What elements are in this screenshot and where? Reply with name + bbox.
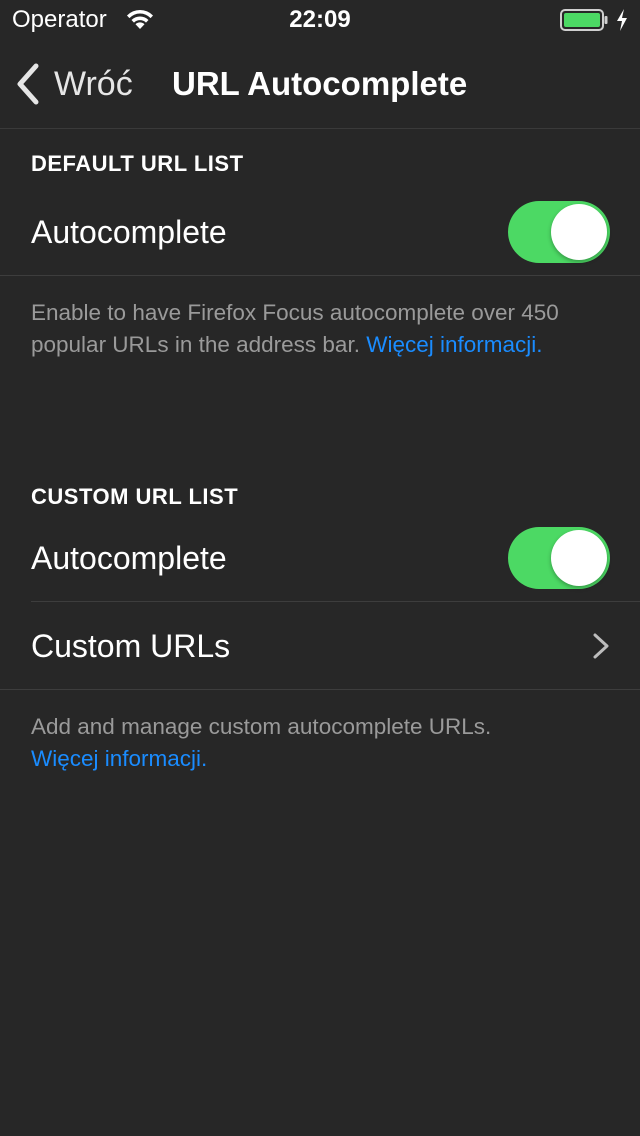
toggle-knob [551,530,607,586]
charging-bolt-icon [617,9,627,31]
custom-urls-label: Custom URLs [31,628,231,664]
custom-urls-row[interactable]: Custom URLs [0,602,640,690]
section-header-custom-url-list: CUSTOM URL LIST [31,484,239,509]
custom-section-footer: Add and manage custom autocomplete URLs.… [31,711,591,775]
divider [0,689,640,690]
chevron-right-icon [593,633,609,659]
toggle-knob [551,204,607,260]
page-title: URL Autocomplete [172,65,468,102]
default-more-info-link[interactable]: Więcej informacji. [366,332,542,357]
clock: 22:09 [289,6,351,33]
battery-icon [560,9,608,31]
default-autocomplete-toggle[interactable] [508,201,610,263]
section-header-default-url-list: DEFAULT URL LIST [31,151,244,176]
navigation-bar: Wróć URL Autocomplete [0,40,640,129]
status-bar: Operator 22:09 [0,0,640,40]
default-section-footer: Enable to have Firefox Focus autocomplet… [31,297,591,361]
divider [0,275,640,276]
back-label: Wróć [54,64,133,103]
custom-footer-text: Add and manage custom autocomplete URLs. [31,714,492,739]
custom-autocomplete-row: Autocomplete [0,514,640,602]
default-autocomplete-label: Autocomplete [31,214,227,250]
custom-autocomplete-toggle[interactable] [508,527,610,589]
custom-autocomplete-label: Autocomplete [31,540,227,576]
back-button[interactable]: Wróć [14,62,133,106]
chevron-left-icon [17,63,39,105]
custom-more-info-link[interactable]: Więcej informacji. [31,746,207,771]
default-autocomplete-row: Autocomplete [0,188,640,276]
